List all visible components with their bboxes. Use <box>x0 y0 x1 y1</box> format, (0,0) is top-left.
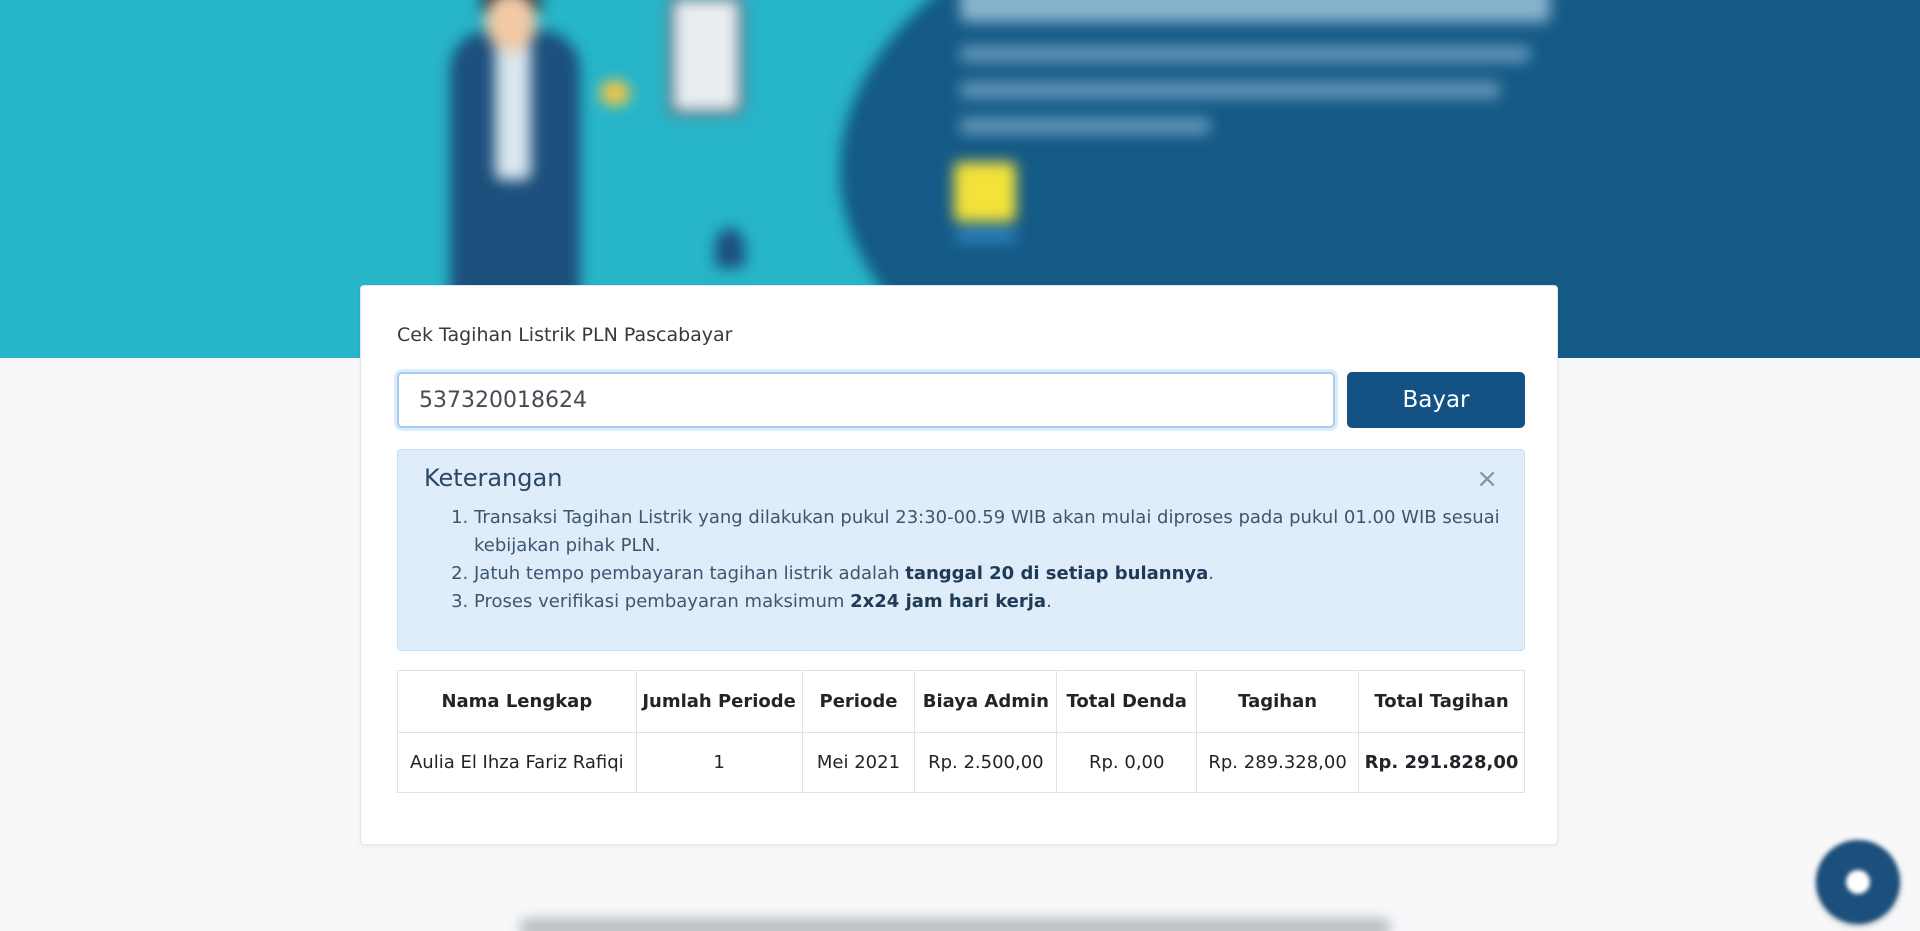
pln-logo-caption <box>956 230 1016 242</box>
chat-icon[interactable] <box>1816 840 1900 924</box>
header-nama-lengkap: Nama Lengkap <box>397 670 637 733</box>
pay-button[interactable]: Bayar <box>1347 372 1525 428</box>
cell-biaya-admin: Rp. 2.500,00 <box>914 732 1058 793</box>
close-icon[interactable]: × <box>1476 466 1498 492</box>
table-row: Aulia El Ihza Fariz Rafiqi 1 Mei 2021 Rp… <box>397 732 1525 793</box>
table-header-row: Nama Lengkap Jumlah Periode Periode Biay… <box>397 670 1525 733</box>
chat-icon-glyph <box>1846 870 1870 894</box>
card-title: Cek Tagihan Listrik PLN Pascabayar <box>397 324 733 346</box>
cell-jumlah-periode: 1 <box>635 732 803 793</box>
cell-nama-lengkap: Aulia El Ihza Fariz Rafiqi <box>397 732 637 793</box>
hero-text-blurred <box>960 82 1500 98</box>
customer-id-input[interactable] <box>397 372 1335 428</box>
cell-total-denda: Rp. 0,00 <box>1056 732 1198 793</box>
notice-item: Jatuh tempo pembayaran tagihan listrik a… <box>474 560 1534 588</box>
notice-item: Transaksi Tagihan Listrik yang dilakukan… <box>474 504 1534 560</box>
section-heading-blurred <box>520 918 1390 931</box>
header-periode: Periode <box>801 670 916 733</box>
header-total-tagihan: Total Tagihan <box>1358 670 1525 733</box>
hero-text-blurred <box>960 118 1210 134</box>
hero-coin <box>600 80 630 106</box>
notice-title: Keterangan <box>424 464 563 492</box>
header-total-denda: Total Denda <box>1056 670 1198 733</box>
cell-periode: Mei 2021 <box>801 732 916 793</box>
page: Cek Tagihan Listrik PLN Pascabayar Bayar… <box>0 0 1920 931</box>
bill-check-card: Cek Tagihan Listrik PLN Pascabayar Bayar… <box>360 285 1558 845</box>
pln-logo <box>954 162 1016 222</box>
hero-text-blurred <box>960 46 1530 62</box>
notice-alert: Keterangan × Transaksi Tagihan Listrik y… <box>397 449 1525 651</box>
hero-plant <box>715 228 745 268</box>
cell-total-tagihan: Rp. 291.828,00 <box>1358 732 1525 793</box>
header-jumlah-periode: Jumlah Periode <box>635 670 803 733</box>
notice-list: Transaksi Tagihan Listrik yang dilakukan… <box>424 504 1534 616</box>
header-biaya-admin: Biaya Admin <box>914 670 1058 733</box>
hero-phone <box>668 0 744 116</box>
bill-table: Nama Lengkap Jumlah Periode Periode Biay… <box>397 670 1525 793</box>
notice-item: Proses verifikasi pembayaran maksimum 2x… <box>474 588 1534 616</box>
hero-heading-blurred <box>960 0 1550 22</box>
hero-person-shirt <box>495 40 531 180</box>
cell-tagihan: Rp. 289.328,00 <box>1196 732 1360 793</box>
header-tagihan: Tagihan <box>1196 670 1360 733</box>
